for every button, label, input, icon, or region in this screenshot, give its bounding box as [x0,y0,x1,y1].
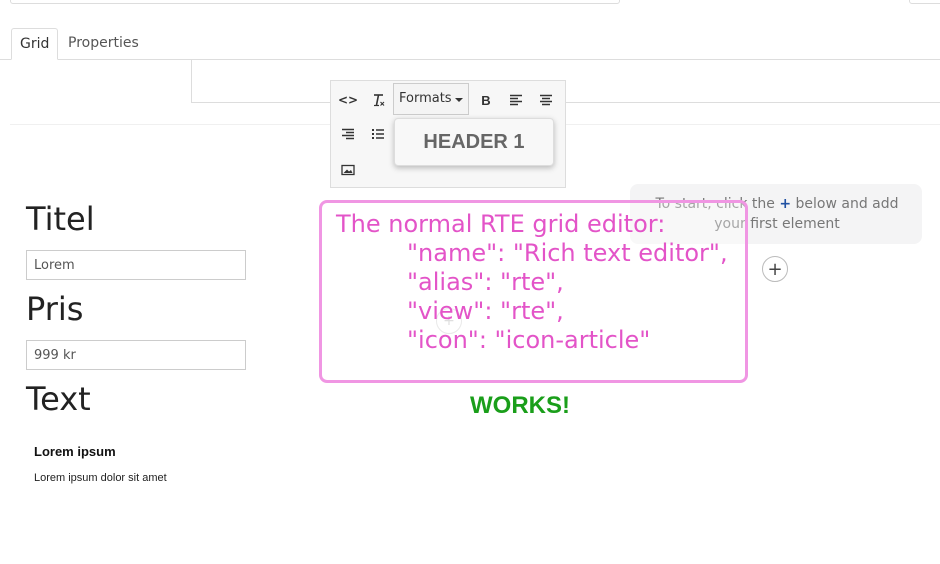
align-left-icon [510,94,522,106]
annotation-line-2: "name": "Rich text editor", [407,239,728,267]
tab-bar: Grid Properties [0,28,940,60]
annotation-line-1: The normal RTE grid editor: [336,210,666,238]
rte-paragraph[interactable]: Lorem ipsum dolor sit amet [34,472,167,484]
annotation-line-3: "alias": "rte", [407,268,564,296]
align-right-button[interactable] [333,117,363,151]
bullet-list-icon [372,129,384,139]
format-option-header-1[interactable]: HEADER 1 [394,118,554,166]
rte-toolbar: <> Formats B HEADER 1 [330,80,566,188]
caret-down-icon [455,98,463,102]
plus-icon: + [779,196,792,212]
formats-dropdown[interactable]: Formats [393,83,469,115]
title-label: Titel [26,200,95,238]
tab-properties[interactable]: Properties [60,28,147,58]
source-code-button[interactable]: <> [333,83,363,117]
bold-button[interactable]: B [471,83,501,117]
clear-formatting-icon [374,94,385,107]
tab-grid[interactable]: Grid [11,28,59,60]
align-center-button[interactable] [531,83,561,117]
align-center-icon [540,94,552,106]
top-right-input[interactable] [909,0,940,4]
price-label: Pris [26,290,84,328]
image-icon [341,164,355,176]
price-input[interactable] [26,340,246,370]
add-element-button[interactable]: + [762,256,788,282]
annotation-line-4: "view": "rte", [407,297,564,325]
formats-label: Formats [399,91,452,106]
text-label: Text [26,380,91,418]
clear-formatting-button[interactable] [363,83,393,117]
insert-image-button[interactable] [333,153,363,187]
status-text: WORKS! [470,392,570,419]
bullet-list-button[interactable] [363,117,393,151]
title-input[interactable] [26,250,246,280]
align-right-icon [342,128,354,140]
rte-heading[interactable]: Lorem ipsum [34,444,116,459]
top-input[interactable] [10,0,620,4]
align-left-button[interactable] [501,83,531,117]
annotation-line-5: "icon": "icon-article" [407,326,651,354]
